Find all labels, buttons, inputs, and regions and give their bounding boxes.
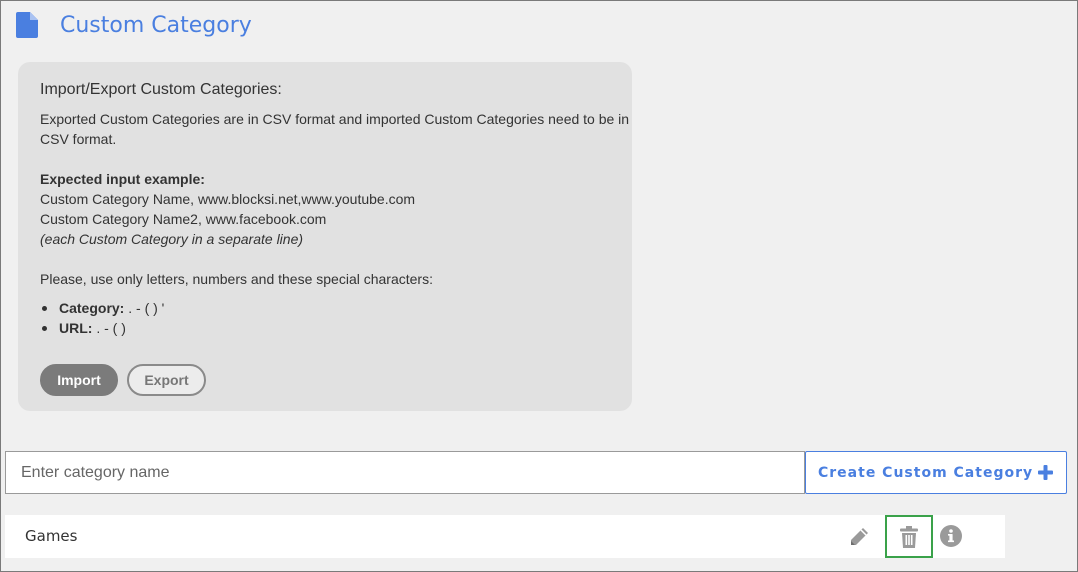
import-button[interactable]: Import bbox=[40, 364, 118, 396]
page-title: Custom Category bbox=[60, 12, 252, 38]
rule-item-url: URL: . - ( ) bbox=[40, 318, 632, 338]
export-button[interactable]: Export bbox=[127, 364, 206, 396]
trash-icon bbox=[900, 525, 918, 548]
rule-chars: . - ( ) ' bbox=[124, 300, 165, 316]
document-icon bbox=[16, 12, 38, 38]
plus-icon bbox=[1038, 465, 1053, 480]
description-line: Exported Custom Categories are in CSV fo… bbox=[40, 111, 630, 127]
page-header: Custom Category bbox=[16, 10, 252, 40]
import-export-buttons: Import Export bbox=[40, 364, 206, 396]
delete-button[interactable] bbox=[885, 515, 933, 558]
rule-chars: . - ( ) bbox=[92, 320, 126, 336]
pencil-icon bbox=[851, 528, 868, 545]
example-line: Custom Category Name2, www.facebook.com bbox=[40, 211, 327, 227]
example-note: (each Custom Category in a separate line… bbox=[40, 231, 304, 247]
import-export-panel: Import/Export Custom Categories: Exporte… bbox=[18, 62, 632, 411]
rules-intro: Please, use only letters, numbers and th… bbox=[40, 271, 433, 287]
rules-list: Category: . - ( ) ' URL: . - ( ) bbox=[40, 298, 632, 338]
example-heading: Expected input example: bbox=[40, 171, 205, 187]
category-row: Games bbox=[5, 515, 1005, 558]
info-button[interactable] bbox=[939, 524, 963, 548]
rule-item-category: Category: . - ( ) ' bbox=[40, 298, 632, 318]
create-custom-category-button[interactable]: Create Custom Category bbox=[805, 451, 1067, 494]
rule-label: Category: bbox=[59, 300, 125, 316]
category-name: Games bbox=[25, 527, 78, 545]
edit-button[interactable] bbox=[845, 523, 873, 551]
description-line: CSV format. bbox=[40, 131, 117, 147]
create-button-label: Create Custom Category bbox=[818, 464, 1034, 481]
rule-label: URL: bbox=[59, 320, 93, 336]
category-name-input[interactable] bbox=[5, 451, 805, 494]
example-line: Custom Category Name, www.blocksi.net,ww… bbox=[40, 191, 416, 207]
info-icon bbox=[940, 525, 962, 547]
panel-title: Import/Export Custom Categories: bbox=[40, 81, 282, 98]
